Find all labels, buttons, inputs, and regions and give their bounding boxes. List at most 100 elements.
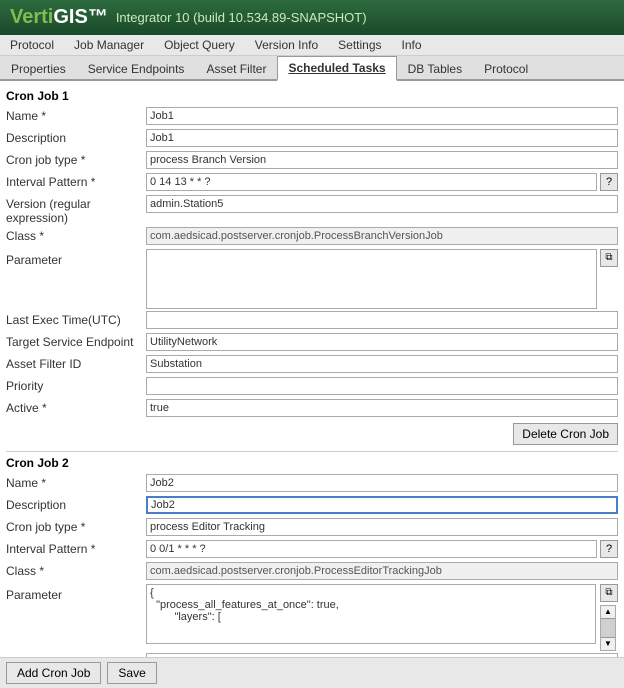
cj1-endpoint-input[interactable] [146, 333, 618, 351]
cj2-type-label: Cron job type * [6, 518, 146, 534]
tab-db-tables[interactable]: DB Tables [397, 57, 473, 81]
cj1-version-row: Version (regular expression) [6, 195, 618, 225]
cj2-class-control [146, 562, 618, 580]
cj1-assetfilter-input[interactable] [146, 355, 618, 373]
cj2-interval-input[interactable] [146, 540, 597, 558]
cj1-lastexec-row: Last Exec Time(UTC) [6, 311, 618, 331]
save-button[interactable]: Save [107, 662, 156, 684]
cj1-type-row: Cron job type * [6, 151, 618, 171]
cj1-assetfilter-row: Asset Filter ID [6, 355, 618, 375]
cj1-param-label: Parameter [6, 249, 146, 267]
divider-1 [6, 451, 618, 452]
cj2-param-copy-button[interactable]: ⧉ [600, 584, 618, 602]
cj1-param-control: ⧉ [146, 249, 618, 309]
cj1-desc-label: Description [6, 129, 146, 145]
cj1-priority-row: Priority [6, 377, 618, 397]
cj1-priority-control [146, 377, 618, 395]
menu-info[interactable]: Info [392, 35, 432, 55]
tab-bar: Properties Service Endpoints Asset Filte… [0, 56, 624, 81]
cj1-name-input[interactable] [146, 107, 618, 125]
menu-job-manager[interactable]: Job Manager [64, 35, 154, 55]
cj1-priority-label: Priority [6, 377, 146, 393]
cj2-param-row: Parameter { "process_all_features_at_onc… [6, 584, 618, 651]
cj2-name-control [146, 474, 618, 492]
cj1-active-row: Active * [6, 399, 618, 419]
cj1-endpoint-row: Target Service Endpoint [6, 333, 618, 353]
cj1-param-row: Parameter ⧉ [6, 249, 618, 309]
cj2-name-label: Name * [6, 474, 146, 490]
menu-object-query[interactable]: Object Query [154, 35, 245, 55]
tab-properties[interactable]: Properties [0, 57, 77, 81]
cj1-interval-row: Interval Pattern * ? [6, 173, 618, 193]
cj1-endpoint-label: Target Service Endpoint [6, 333, 146, 349]
cj1-active-label: Active * [6, 399, 146, 415]
cj1-delete-button[interactable]: Delete Cron Job [513, 423, 618, 445]
app-logo: VertiGIS™ [10, 6, 108, 29]
cj2-interval-help-button[interactable]: ? [600, 540, 618, 558]
tab-asset-filter[interactable]: Asset Filter [195, 57, 277, 81]
cj1-name-row: Name * [6, 107, 618, 127]
add-cron-job-button[interactable]: Add Cron Job [6, 662, 101, 684]
cj2-param-control: { "process_all_features_at_once": true, … [146, 584, 618, 651]
menu-version-info[interactable]: Version Info [245, 35, 328, 55]
cj1-desc-input[interactable] [146, 129, 618, 147]
tab-scheduled-tasks[interactable]: Scheduled Tasks [277, 56, 396, 81]
menu-settings[interactable]: Settings [328, 35, 391, 55]
cj2-type-row: Cron job type * [6, 518, 618, 538]
cj1-param-textarea[interactable] [146, 249, 597, 309]
cj1-class-input[interactable] [146, 227, 618, 245]
cj2-type-control [146, 518, 618, 536]
cj2-class-row: Class * [6, 562, 618, 582]
cj2-param-label: Parameter [6, 584, 146, 602]
cj1-interval-label: Interval Pattern * [6, 173, 146, 189]
cj1-name-label: Name * [6, 107, 146, 123]
cj1-class-control [146, 227, 618, 245]
title-bar: VertiGIS™ Integrator 10 (build 10.534.89… [0, 0, 624, 35]
cj1-class-row: Class * [6, 227, 618, 247]
cj1-interval-control: ? [146, 173, 618, 191]
cj1-interval-input[interactable] [146, 173, 597, 191]
cj2-class-input[interactable] [146, 562, 618, 580]
cron-job-1-title: Cron Job 1 [6, 89, 618, 103]
cj1-type-input[interactable] [146, 151, 618, 169]
cj1-interval-help-button[interactable]: ? [600, 173, 618, 191]
cj2-param-textarea-wrapper: { "process_all_features_at_once": true, … [146, 584, 596, 644]
cj2-scroll-up[interactable]: ▲ [601, 606, 615, 619]
cj1-lastexec-label: Last Exec Time(UTC) [6, 311, 146, 327]
content-area: Cron Job 1 Name * Description Cron job t… [0, 81, 624, 659]
cj2-interval-row: Interval Pattern * ? [6, 540, 618, 560]
cj1-lastexec-control [146, 311, 618, 329]
bottom-bar: Add Cron Job Save [0, 657, 624, 688]
tab-protocol[interactable]: Protocol [473, 57, 539, 81]
cron-job-2-title: Cron Job 2 [6, 456, 618, 470]
cj2-type-input[interactable] [146, 518, 618, 536]
cj2-desc-row: Description [6, 496, 618, 516]
cj1-type-control [146, 151, 618, 169]
cj2-desc-input[interactable] [146, 496, 618, 514]
cj2-scrollbar[interactable]: ▲ ▼ [600, 605, 616, 651]
cj1-param-copy-button[interactable]: ⧉ [600, 249, 618, 267]
cj2-interval-control: ? [146, 540, 618, 558]
cj2-class-label: Class * [6, 562, 146, 578]
cj1-version-control [146, 195, 618, 213]
cj2-param-textarea[interactable]: { "process_all_features_at_once": true, … [146, 584, 596, 644]
cj1-version-label: Version (regular expression) [6, 195, 146, 225]
cj1-lastexec-input[interactable] [146, 311, 618, 329]
app-title: Integrator 10 (build 10.534.89-SNAPSHOT) [116, 10, 367, 25]
cj2-interval-label: Interval Pattern * [6, 540, 146, 556]
cj1-priority-input[interactable] [146, 377, 618, 395]
cj2-scroll-track [601, 619, 615, 637]
cj1-active-input[interactable] [146, 399, 618, 417]
menu-bar: Protocol Job Manager Object Query Versio… [0, 35, 624, 56]
menu-protocol[interactable]: Protocol [0, 35, 64, 55]
cj2-scroll-down[interactable]: ▼ [601, 637, 615, 650]
cj1-type-label: Cron job type * [6, 151, 146, 167]
cj1-delete-area: Delete Cron Job [6, 423, 618, 445]
cj2-name-input[interactable] [146, 474, 618, 492]
cj1-desc-row: Description [6, 129, 618, 149]
cj2-name-row: Name * [6, 474, 618, 494]
cj1-version-input[interactable] [146, 195, 618, 213]
cj1-assetfilter-label: Asset Filter ID [6, 355, 146, 371]
cj2-desc-label: Description [6, 496, 146, 512]
tab-service-endpoints[interactable]: Service Endpoints [77, 57, 196, 81]
